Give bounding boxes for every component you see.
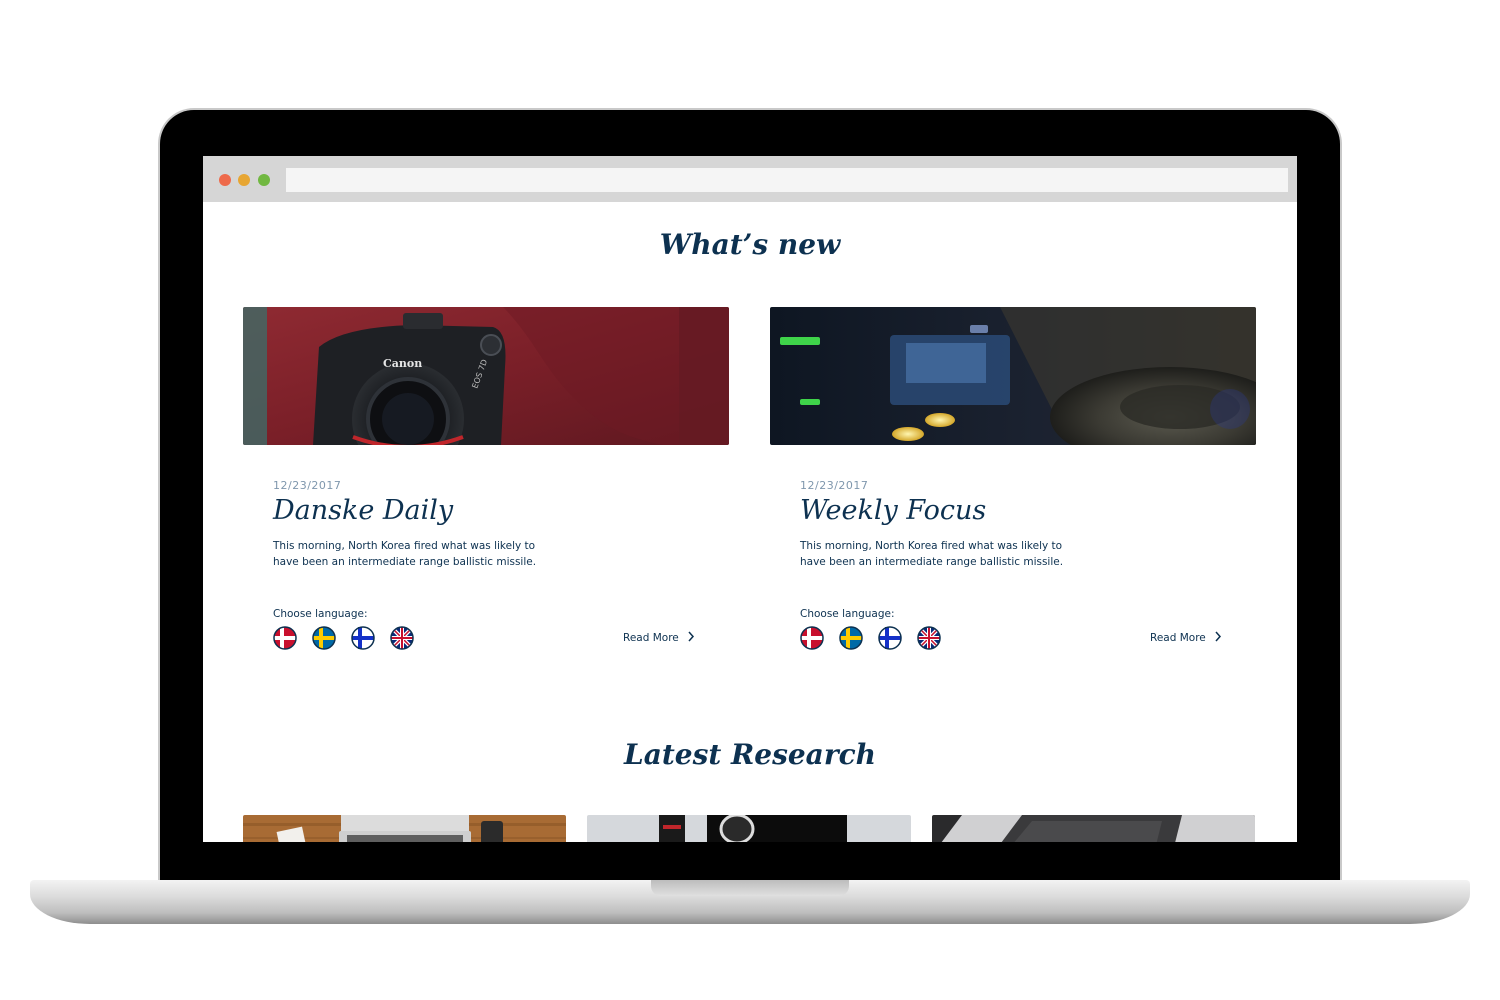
danish-flag-icon[interactable] (800, 626, 824, 650)
maximize-window-button[interactable] (258, 174, 270, 186)
choose-language-label: Choose language: (800, 608, 895, 620)
language-flags (800, 626, 951, 650)
research-tile-keyboard[interactable] (932, 815, 1255, 842)
news-card-danske-daily: Canon EOS 7D 12/23/2017 Danske Daily Thi… (243, 307, 729, 687)
minimize-window-button[interactable] (238, 174, 250, 186)
camera-lens-photo (587, 815, 911, 842)
card-date: 12/23/2017 (273, 479, 342, 492)
danish-flag-icon[interactable] (273, 626, 297, 650)
laptop-desk-photo (243, 815, 566, 842)
camera-photo: Canon EOS 7D (243, 307, 729, 445)
laptop-notch (651, 880, 849, 896)
finnish-flag-icon[interactable] (878, 626, 902, 650)
close-window-button[interactable] (219, 174, 231, 186)
canon-logo-text: Canon (383, 357, 422, 370)
dj-turntable-photo (770, 307, 1256, 445)
swedish-flag-icon[interactable] (839, 626, 863, 650)
read-more-link[interactable]: Read More (623, 631, 695, 644)
whats-new-heading: What’s new (659, 228, 841, 261)
chevron-right-icon (1215, 631, 1222, 642)
language-flags (273, 626, 424, 650)
finnish-flag-icon[interactable] (351, 626, 375, 650)
address-bar[interactable] (286, 168, 1288, 192)
read-more-label: Read More (1150, 632, 1206, 644)
read-more-label: Read More (623, 632, 679, 644)
card-description: This morning, North Korea fired what was… (800, 540, 1064, 568)
swedish-flag-icon[interactable] (312, 626, 336, 650)
card-description: This morning, North Korea fired what was… (273, 540, 537, 568)
read-more-link[interactable]: Read More (1150, 631, 1222, 644)
uk-flag-icon[interactable] (390, 626, 415, 650)
card-image-camera[interactable]: Canon EOS 7D (243, 307, 729, 445)
keyboard-photo (932, 815, 1255, 842)
research-tile-laptop[interactable] (243, 815, 566, 842)
card-title[interactable]: Danske Daily (273, 495, 453, 526)
card-title[interactable]: Weekly Focus (800, 495, 986, 526)
card-image-dj[interactable] (770, 307, 1256, 445)
card-date: 12/23/2017 (800, 479, 869, 492)
choose-language-label: Choose language: (273, 608, 368, 620)
screen: What’s new Canon EOS 7D 12/23/2017 Dansk… (203, 156, 1297, 842)
news-card-weekly-focus: 12/23/2017 Weekly Focus This morning, No… (770, 307, 1256, 687)
latest-research-heading: Latest Research (624, 738, 876, 771)
research-tile-camera-lens[interactable] (587, 815, 911, 842)
browser-bar (203, 156, 1297, 202)
uk-flag-icon[interactable] (917, 626, 942, 650)
chevron-right-icon (688, 631, 695, 642)
